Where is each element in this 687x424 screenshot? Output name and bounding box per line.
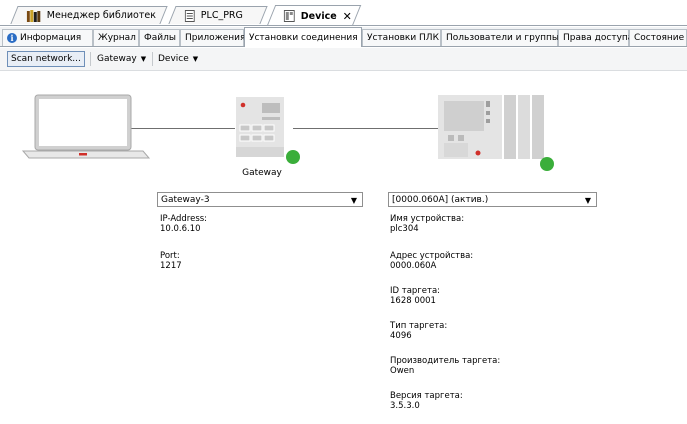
toolbar-separator xyxy=(152,52,153,66)
device-menu-button[interactable]: Device ▼ xyxy=(155,51,201,67)
tab-label: Состояние xyxy=(634,33,685,43)
tab-label: Установки ПЛК xyxy=(367,33,439,43)
field-value: 10.0.6.10 xyxy=(160,224,201,234)
gateway-menu-button[interactable]: Gateway ▼ xyxy=(94,51,149,67)
tab-access-rights[interactable]: Права доступа xyxy=(558,29,633,46)
gateway-caption: Gateway xyxy=(242,168,282,178)
tab-files[interactable]: Файлы xyxy=(139,29,180,46)
field-value: 3.5.3.0 xyxy=(390,401,420,411)
gateway-select[interactable]: Gateway-3 ▼ xyxy=(157,192,363,207)
field-label: Версия таргета: xyxy=(390,391,463,401)
button-label: Device xyxy=(158,54,189,64)
doc-tab-label: Device xyxy=(300,10,337,22)
device-editor-tabs: i Информация Журнал Файлы Приложения Уст… xyxy=(0,27,687,47)
doc-tab-plc-prg[interactable]: PLC_PRG xyxy=(168,6,268,24)
document-tab-bar: Менеджер библиотек PLC_PRG Device ✕ xyxy=(0,0,687,26)
doc-tab-device[interactable]: Device ✕ xyxy=(266,5,362,26)
field-label: Port: xyxy=(160,251,180,261)
field-value: 1217 xyxy=(160,261,182,271)
tab-log[interactable]: Журнал xyxy=(93,29,139,46)
field-value: 0000.060A xyxy=(390,261,437,271)
field-label: ID таргета: xyxy=(390,286,441,296)
tab-label: Пользователи и группы xyxy=(446,33,560,43)
field-label: IP-Address: xyxy=(160,214,208,224)
tab-label: Приложения xyxy=(185,33,246,43)
tab-plc-settings[interactable]: Установки ПЛК xyxy=(362,29,441,46)
device-status-indicator xyxy=(540,157,554,171)
scan-network-button[interactable]: Scan network... xyxy=(7,51,85,67)
toolbar-separator xyxy=(90,52,91,66)
device-name-field: Имя устройства: plc304 xyxy=(390,214,464,234)
chevron-down-icon: ▼ xyxy=(584,196,591,205)
field-label: Имя устройства: xyxy=(390,214,465,224)
tab-label: Файлы xyxy=(144,33,176,43)
button-label: Gateway xyxy=(97,54,137,64)
target-vendor-field: Производитель таргета: Owen xyxy=(390,356,500,376)
close-icon[interactable]: ✕ xyxy=(343,10,352,23)
info-icon: i xyxy=(7,33,17,43)
field-label: Производитель таргета: xyxy=(390,356,501,366)
tab-applications[interactable]: Приложения xyxy=(180,29,246,46)
device-select-value: [0000.060A] (актив.) xyxy=(392,194,489,205)
tab-status[interactable]: Состояние xyxy=(629,29,687,46)
gateway-port-field: Port: 1217 xyxy=(160,251,182,271)
tab-label: Журнал xyxy=(98,33,136,43)
tab-label: Права доступа xyxy=(563,33,634,43)
document-icon xyxy=(184,9,195,22)
field-value: 1628 0001 xyxy=(390,296,436,306)
device-address-field: Адрес устройства: 0000.060A xyxy=(390,251,473,271)
tab-information[interactable]: i Информация xyxy=(2,29,93,46)
field-value: Owen xyxy=(390,366,415,376)
tab-label: Информация xyxy=(20,33,82,43)
chevron-down-icon: ▼ xyxy=(192,55,199,63)
target-type-field: Тип таргета: 4096 xyxy=(390,321,447,341)
connection-canvas: Gateway Gateway-3 ▼ IP-Address: 10.0.6.1… xyxy=(0,71,687,424)
connection-line xyxy=(293,128,440,129)
gateway-status-indicator xyxy=(286,150,300,164)
chevron-down-icon: ▼ xyxy=(140,55,147,63)
gateway-ip-field: IP-Address: 10.0.6.10 xyxy=(160,214,207,234)
field-label: Адрес устройства: xyxy=(390,251,474,261)
toolbar: Scan network... Gateway ▼ Device ▼ xyxy=(0,48,687,71)
laptop-icon xyxy=(21,94,151,159)
device-icon xyxy=(283,10,295,22)
gateway-select-value: Gateway-3 xyxy=(161,194,210,205)
library-books-icon xyxy=(26,9,41,22)
tab-connection-settings[interactable]: Установки соединения xyxy=(244,27,362,47)
tab-users-groups[interactable]: Пользователи и группы xyxy=(441,29,560,46)
tab-label: Установки соединения xyxy=(249,32,358,43)
field-label: Тип таргета: xyxy=(390,321,448,331)
doc-tab-label: Менеджер библиотек xyxy=(46,10,156,21)
chevron-down-icon: ▼ xyxy=(350,196,357,205)
button-label: Scan network... xyxy=(11,54,81,64)
doc-tab-label: PLC_PRG xyxy=(200,10,243,21)
target-id-field: ID таргета: 1628 0001 xyxy=(390,286,440,306)
field-value: 4096 xyxy=(390,331,412,341)
field-value: plc304 xyxy=(390,224,419,234)
tab-divider xyxy=(0,25,687,26)
doc-tab-library-manager[interactable]: Менеджер библиотек xyxy=(10,6,168,24)
plc-device-icon xyxy=(438,95,544,159)
device-select[interactable]: [0000.060A] (актив.) ▼ xyxy=(388,192,597,207)
target-version-field: Версия таргета: 3.5.3.0 xyxy=(390,391,463,411)
